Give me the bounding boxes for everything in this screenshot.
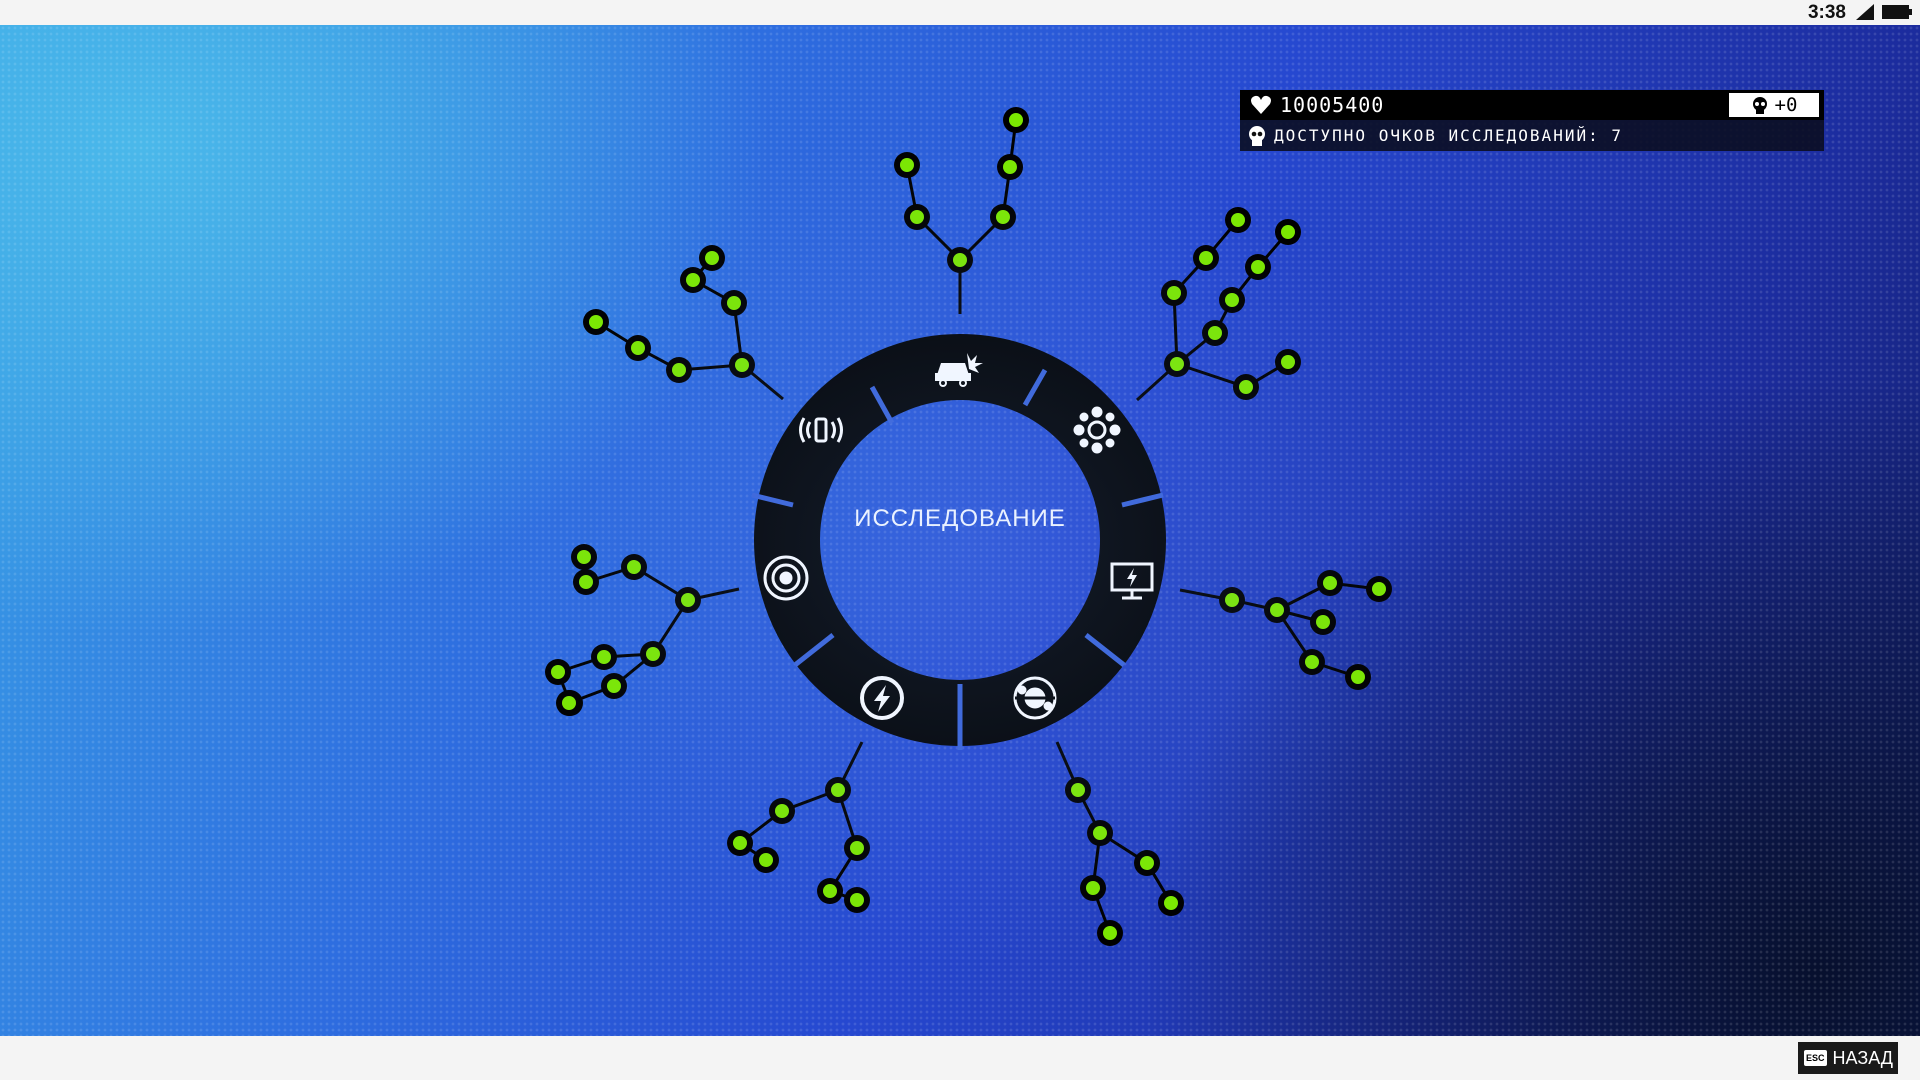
tree-links [556,119,1380,934]
skull-icon [1752,97,1767,114]
esc-key-icon: ESC [1804,1050,1827,1066]
system-status-bar: 3:38 [0,0,1920,25]
monitor-power-icon[interactable] [1110,562,1154,600]
back-label: НАЗАД [1832,1047,1893,1068]
research-tree [545,107,1392,946]
bottom-bar: ESC НАЗАД [0,1036,1920,1080]
hud-panel: 10005400 +0 ДОСТУПНО ОЧКОВ ИССЛЕДОВАНИЙ:… [1240,90,1824,151]
money-row: 10005400 +0 [1240,90,1824,120]
bonus-badge: +0 [1729,93,1819,117]
signal-icon [1856,4,1874,20]
research-nodes[interactable] [545,107,1392,946]
clock: 3:38 [1807,2,1846,23]
target-icon[interactable] [763,555,809,601]
money-value: 10005400 [1280,93,1385,117]
skull-icon [1249,125,1265,146]
research-wheel [754,334,1166,746]
research-points-row: ДОСТУПНО ОЧКОВ ИССЛЕДОВАНИЙ: 7 [1240,120,1824,151]
research-screen: ИССЛЕДОВАНИЕ [0,25,1920,1036]
car-hack-icon[interactable] [935,353,983,387]
research-points-label: ДОСТУПНО ОЧКОВ ИССЛЕДОВАНИЙ: 7 [1274,126,1623,145]
research-title: ИССЛЕДОВАНИЕ [854,505,1066,532]
phone-signal-icon[interactable] [799,417,843,443]
heart-icon [1251,95,1271,114]
tech-gear-icon[interactable] [1013,676,1057,720]
back-button[interactable]: ESC НАЗАД [1798,1042,1898,1074]
battery-icon [1882,5,1912,19]
network-people-icon[interactable] [1073,406,1121,454]
lightning-icon[interactable] [860,676,904,720]
bonus-value: +0 [1774,94,1798,116]
